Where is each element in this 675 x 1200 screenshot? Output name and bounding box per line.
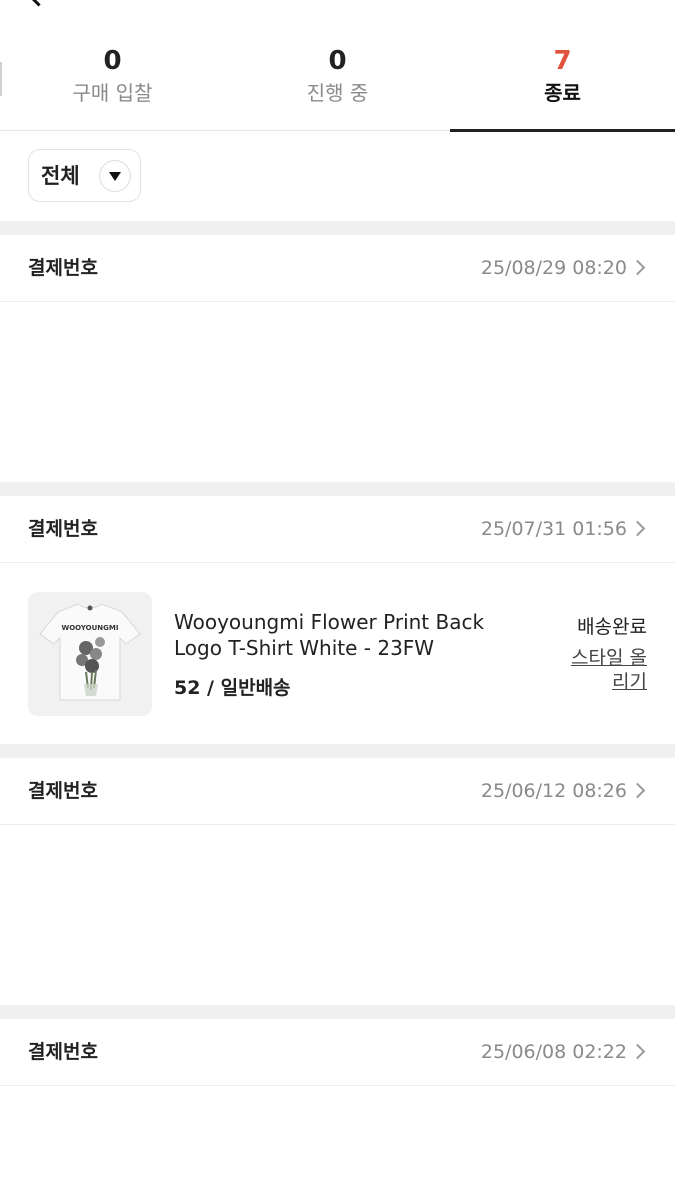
section-separator xyxy=(0,1005,675,1019)
tab-bidding[interactable]: 0 구매 입찰 xyxy=(0,38,225,130)
chevron-right-icon xyxy=(629,782,646,799)
product-thumbnail[interactable]: WOOYOUNGMI xyxy=(28,592,152,716)
top-bar-fragment xyxy=(0,0,675,10)
tab-finished[interactable]: 7 종료 xyxy=(450,38,675,132)
size-shipping: 52 / 일반배송 xyxy=(174,677,291,699)
order-header[interactable]: 결제번호 25/06/08 02:22 xyxy=(0,1019,675,1086)
tab-count: 0 xyxy=(103,46,122,76)
delivery-status: 배송완료 xyxy=(577,616,647,638)
tab-count: 0 xyxy=(328,46,347,76)
order-number-label: 결제번호 xyxy=(28,1041,98,1063)
tab-label: 구매 입찰 xyxy=(72,81,153,105)
product-name[interactable]: Wooyoungmi Flower Print Back Logo T-Shir… xyxy=(174,609,519,661)
section-separator xyxy=(0,744,675,758)
order-item[interactable]: WOOYOUNGMI Wooyoungmi Flower Print Back … xyxy=(0,563,675,745)
tshirt-image: WOOYOUNGMI xyxy=(39,603,141,701)
order-date: 25/08/29 08:20 xyxy=(480,257,627,279)
order-header[interactable]: 결제번호 25/08/29 08:20 xyxy=(0,235,675,302)
chevron-right-icon xyxy=(629,520,646,537)
active-tab-indicator xyxy=(450,129,675,132)
order-date: 25/06/08 02:22 xyxy=(480,1041,627,1063)
order-date: 25/06/12 08:26 xyxy=(480,780,627,802)
shirt-logo-text: WOOYOUNGMI xyxy=(61,624,118,632)
order-number-label: 결제번호 xyxy=(28,257,98,279)
tab-label: 종료 xyxy=(544,81,581,105)
post-style-link[interactable]: 스타일 올리기 xyxy=(567,646,647,694)
chevron-right-icon xyxy=(629,259,646,276)
status-tabs: 0 구매 입찰 0 진행 중 7 종료 xyxy=(0,38,675,132)
order-date: 25/07/31 01:56 xyxy=(480,518,627,540)
tab-label: 진행 중 xyxy=(306,81,369,105)
tab-in-progress[interactable]: 0 진행 중 xyxy=(225,38,450,130)
tab-count: 7 xyxy=(553,46,572,76)
order-header[interactable]: 결제번호 25/06/12 08:26 xyxy=(0,758,675,825)
section-separator xyxy=(0,221,675,235)
chevron-right-icon xyxy=(629,1043,646,1060)
order-number-label: 결제번호 xyxy=(28,780,98,802)
order-header[interactable]: 결제번호 25/07/31 01:56 xyxy=(0,496,675,563)
section-separator xyxy=(0,482,675,496)
dropdown-triangle-icon xyxy=(99,160,131,192)
back-arrow-icon[interactable] xyxy=(26,0,51,7)
order-number-label: 결제번호 xyxy=(28,518,98,540)
edge-divider xyxy=(0,62,2,96)
filter-label: 전체 xyxy=(41,164,80,188)
filter-dropdown[interactable]: 전체 xyxy=(28,149,141,202)
